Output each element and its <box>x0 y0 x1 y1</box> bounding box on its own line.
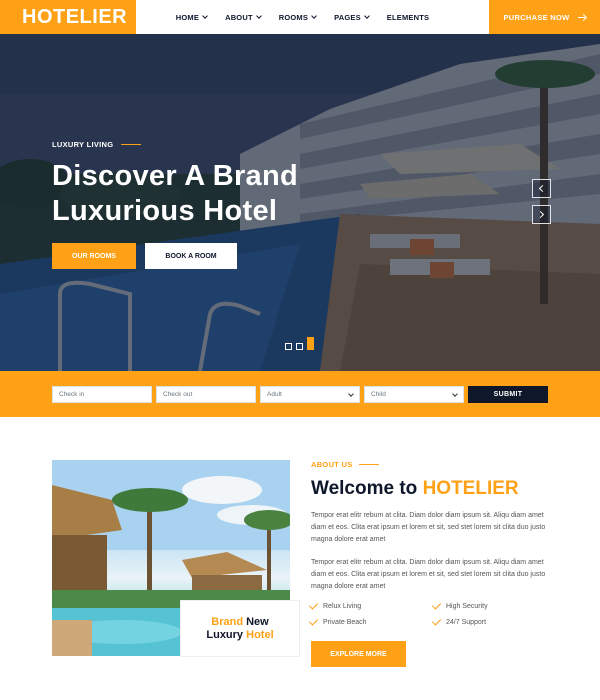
about-badge: Brand New Luxury Hotel <box>181 601 299 656</box>
carousel-indicator[interactable] <box>296 343 303 350</box>
carousel-prev-button[interactable] <box>532 179 551 198</box>
nav-item-label: PAGES <box>334 12 361 22</box>
nav-item-label: HOME <box>175 12 200 22</box>
hero-title-line-2: Luxurious Hotel <box>52 195 278 227</box>
hero-eyebrow: LUXURY LIVING <box>52 140 298 149</box>
submit-button[interactable]: SUBMIT <box>468 386 548 403</box>
chevron-right-icon <box>536 210 545 219</box>
our-rooms-button[interactable]: OUR ROOMS <box>52 243 136 269</box>
chevron-left-icon <box>538 184 547 193</box>
about-eyebrow: ABOUT US <box>311 460 546 469</box>
feature-label: High Security <box>446 603 488 610</box>
explore-more-button[interactable]: EXPLORE MORE <box>311 641 406 667</box>
badge-line-2: Luxury Hotel <box>206 629 273 642</box>
feature-label: Relux Living <box>323 603 362 610</box>
check-icon <box>308 600 319 610</box>
brand-logo[interactable]: HOTELIER <box>0 0 136 34</box>
check-in-field[interactable]: Check in <box>52 386 152 403</box>
carousel-indicator-active[interactable] <box>307 337 314 350</box>
feature-item: Private Beach <box>308 616 434 626</box>
badge-word-brand: Brand <box>211 615 244 628</box>
brand-name: HOTELIER <box>22 5 128 28</box>
eyebrow-divider <box>358 463 379 466</box>
adult-select[interactable]: Adult <box>260 386 360 403</box>
nav-item-pages[interactable]: PAGES <box>334 12 370 22</box>
hero-buttons: OUR ROOMS BOOK A ROOM <box>52 243 298 269</box>
carousel-indicators <box>285 337 314 350</box>
hero-title-line-1: Discover A Brand <box>52 160 299 192</box>
carousel-indicator[interactable] <box>285 343 292 350</box>
booking-bar: Check in Check out Adult Child SUBMIT <box>0 371 600 417</box>
chevron-down-icon <box>255 13 262 19</box>
feature-label: 24/7 Support <box>446 619 487 626</box>
nav-item-label: ELEMENTS <box>386 12 430 22</box>
navbar: HOTELIER HOME ABOUT ROOMS PAGES ELEMENTS… <box>0 0 600 34</box>
feature-item: Relux Living <box>308 600 434 610</box>
nav-item-about[interactable]: ABOUT <box>225 12 262 22</box>
check-icon <box>431 600 442 610</box>
about-eyebrow-text: ABOUT US <box>311 460 353 469</box>
feature-item: High Security <box>431 600 544 610</box>
badge-word-hotel: Hotel <box>243 628 274 641</box>
check-out-placeholder: Check out <box>163 391 193 398</box>
nav-item-home[interactable]: HOME <box>175 12 208 22</box>
badge-word-luxury: Luxury <box>206 628 244 641</box>
purchase-label: PURCHASE NOW <box>503 12 570 22</box>
child-select-value: Child <box>371 391 386 398</box>
about-title-prefix: Welcome to <box>311 478 423 499</box>
feature-list: Relux Living High Security Private Beach… <box>308 600 546 626</box>
chevron-down-icon <box>202 13 208 19</box>
carousel-next-button[interactable] <box>532 205 551 224</box>
nav-item-label: ABOUT <box>225 12 253 22</box>
book-a-room-button[interactable]: BOOK A ROOM <box>145 243 237 269</box>
arrow-right-icon <box>577 14 586 21</box>
hero-carousel: LUXURY LIVING Discover A Brand Luxurious… <box>0 34 600 371</box>
nav-item-rooms[interactable]: ROOMS <box>278 12 317 22</box>
badge-line-1: Brand New <box>211 616 268 629</box>
check-icon <box>308 616 319 626</box>
feature-item: 24/7 Support <box>431 616 544 626</box>
chevron-down-icon <box>348 390 354 397</box>
about-title-brand: HOTELIER <box>422 478 519 499</box>
nav-item-label: ROOMS <box>278 12 309 22</box>
hero-eyebrow-text: LUXURY LIVING <box>52 140 114 149</box>
about-paragraph-1: Tempor erat elitr rebum at clita. Diam d… <box>311 512 546 543</box>
about-title: Welcome to HOTELIER <box>311 478 546 500</box>
hero-content: LUXURY LIVING Discover A Brand Luxurious… <box>52 140 298 269</box>
nav-menu: HOME ABOUT ROOMS PAGES ELEMENTS <box>136 0 489 34</box>
about-section: ABOUT US Welcome to HOTELIER Tempor erat… <box>308 460 546 667</box>
feature-label: Private Beach <box>323 619 367 626</box>
nav-item-elements[interactable]: ELEMENTS <box>387 13 429 22</box>
adult-select-value: Adult <box>267 391 282 398</box>
badge-word-new: New <box>243 615 269 628</box>
eyebrow-divider <box>121 143 142 146</box>
booking-form: Check in Check out Adult Child SUBMIT <box>52 386 548 403</box>
purchase-now-button[interactable]: PURCHASE NOW <box>489 0 600 34</box>
check-in-placeholder: Check in <box>59 391 85 398</box>
chevron-down-icon <box>311 13 317 19</box>
hero-title: Discover A Brand Luxurious Hotel <box>52 159 298 229</box>
chevron-down-icon <box>363 13 370 19</box>
child-select[interactable]: Child <box>364 386 464 403</box>
about-paragraph-2: Tempor erat elitr rebum at clita. Diam d… <box>311 559 546 590</box>
check-icon <box>431 616 442 626</box>
check-out-field[interactable]: Check out <box>156 386 256 403</box>
chevron-down-icon <box>452 390 458 397</box>
